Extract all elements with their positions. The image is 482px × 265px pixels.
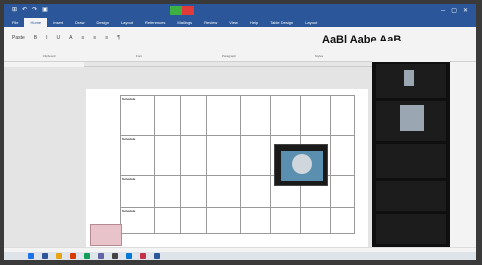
tab-layout[interactable]: Layout xyxy=(115,18,139,27)
window-controls: ─ ▢ ✕ xyxy=(441,4,468,17)
taskbar-app-icon[interactable] xyxy=(56,253,62,259)
taskbar-app-icon[interactable] xyxy=(98,253,104,259)
table-row: Schedule xyxy=(120,95,355,136)
table-cell[interactable] xyxy=(270,95,301,136)
taskbar-app-icon[interactable] xyxy=(126,253,132,259)
participants-pane xyxy=(372,41,450,247)
participant-tile[interactable] xyxy=(376,214,446,244)
table-cell[interactable] xyxy=(330,135,355,176)
ribbon-font-row: Paste B I U A ≡ ≡ ≡ ¶ xyxy=(12,35,120,41)
title-bar: ⊞ ↶ ↷ ▣ ─ ▢ ✕ xyxy=(4,4,476,17)
undo-icon[interactable]: ↶ xyxy=(22,4,27,17)
tab-view[interactable]: View xyxy=(223,18,244,27)
table-cell[interactable] xyxy=(206,135,241,176)
group-label: Styles xyxy=(314,54,324,58)
taskbar-app-icon[interactable] xyxy=(84,253,90,259)
tab-draw[interactable]: Draw xyxy=(69,18,90,27)
participant-video-image xyxy=(404,70,414,86)
table-cell[interactable] xyxy=(154,175,181,208)
tab-review[interactable]: Review xyxy=(198,18,223,27)
participant-tile[interactable] xyxy=(376,64,446,98)
table-cell[interactable]: Schedule xyxy=(120,175,155,208)
sticky-note[interactable] xyxy=(90,224,122,246)
table-cell[interactable]: Schedule xyxy=(120,135,155,176)
shared-video-thumbnail[interactable] xyxy=(274,144,328,186)
quick-access-toolbar: ⊞ ↶ ↷ ▣ xyxy=(12,4,48,17)
ribbon-tabs: File Home Insert Draw Design Layout Refe… xyxy=(4,17,476,27)
tab-home[interactable]: Home xyxy=(24,18,48,27)
table-cell[interactable] xyxy=(240,135,271,176)
meeting-status xyxy=(170,6,182,15)
table-cell[interactable] xyxy=(154,135,181,176)
redo-icon[interactable]: ↷ xyxy=(32,4,37,17)
customize-icon[interactable]: ▣ xyxy=(42,4,48,17)
pane-header xyxy=(372,41,450,62)
table-cell[interactable] xyxy=(154,207,181,234)
table-cell[interactable] xyxy=(330,95,355,136)
table-cell[interactable] xyxy=(206,207,241,234)
tab-table-layout[interactable]: Layout xyxy=(299,18,323,27)
taskbar-app-icon[interactable] xyxy=(112,253,118,259)
participant-tile[interactable] xyxy=(376,144,446,178)
font-color-button[interactable]: A xyxy=(69,35,72,41)
leave-meeting-button[interactable] xyxy=(182,6,194,15)
meeting-banner[interactable] xyxy=(170,6,194,15)
sticky-note-text xyxy=(91,225,121,229)
table-cell[interactable]: Schedule xyxy=(120,95,155,136)
participant-tile[interactable] xyxy=(376,101,446,141)
group-label: Paragraph xyxy=(221,54,236,58)
table-cell[interactable]: Schedule xyxy=(120,207,155,234)
table-cell[interactable] xyxy=(180,135,207,176)
show-formatting-button[interactable]: ¶ xyxy=(117,35,120,41)
tab-table-design[interactable]: Table Design xyxy=(264,18,299,27)
align-center-button[interactable]: ≡ xyxy=(93,35,96,41)
table-cell[interactable] xyxy=(154,95,181,136)
table-cell[interactable] xyxy=(206,95,241,136)
table-cell[interactable] xyxy=(330,207,355,234)
taskbar xyxy=(4,252,476,260)
minimize-icon[interactable]: ─ xyxy=(441,8,445,14)
taskbar-app-icon[interactable] xyxy=(42,253,48,259)
align-left-button[interactable]: ≡ xyxy=(82,35,85,41)
align-right-button[interactable]: ≡ xyxy=(105,35,108,41)
taskbar-app-icon[interactable] xyxy=(70,253,76,259)
tab-references[interactable]: References xyxy=(139,18,171,27)
bold-button[interactable]: B xyxy=(34,35,37,41)
group-label: Clipboard xyxy=(42,54,56,58)
taskbar-app-icon[interactable] xyxy=(154,253,160,259)
tab-help[interactable]: Help xyxy=(244,18,264,27)
table-cell[interactable] xyxy=(206,175,241,208)
participant-video-image xyxy=(400,105,424,131)
table-cell[interactable] xyxy=(240,207,271,234)
table-cell[interactable] xyxy=(330,175,355,208)
paste-button[interactable]: Paste xyxy=(12,35,25,41)
table-cell[interactable] xyxy=(300,95,331,136)
group-label: Font xyxy=(135,54,142,58)
close-icon[interactable]: ✕ xyxy=(463,7,468,14)
table-cell[interactable] xyxy=(300,207,331,234)
table-cell[interactable] xyxy=(240,95,271,136)
table-cell[interactable] xyxy=(180,175,207,208)
participant-video-image xyxy=(292,154,312,174)
underline-button[interactable]: U xyxy=(57,35,61,41)
table-cell[interactable] xyxy=(180,95,207,136)
table-cell[interactable] xyxy=(240,175,271,208)
table-row: Schedule xyxy=(120,207,355,234)
participant-tile[interactable] xyxy=(376,181,446,211)
screen: ⊞ ↶ ↷ ▣ ─ ▢ ✕ File Home Insert Draw Desi… xyxy=(4,4,476,260)
tab-insert[interactable]: Insert xyxy=(47,18,69,27)
tab-mailings[interactable]: Mailings xyxy=(171,18,198,27)
taskbar-app-icon[interactable] xyxy=(140,253,146,259)
save-icon[interactable]: ⊞ xyxy=(12,4,17,17)
pane-header-line xyxy=(372,43,450,45)
tab-file[interactable]: File xyxy=(6,18,24,27)
italic-button[interactable]: I xyxy=(46,35,47,41)
maximize-icon[interactable]: ▢ xyxy=(451,7,457,14)
taskbar-app-icon[interactable] xyxy=(28,253,34,259)
table-cell[interactable] xyxy=(180,207,207,234)
tab-design[interactable]: Design xyxy=(90,18,114,27)
table-cell[interactable] xyxy=(270,207,301,234)
